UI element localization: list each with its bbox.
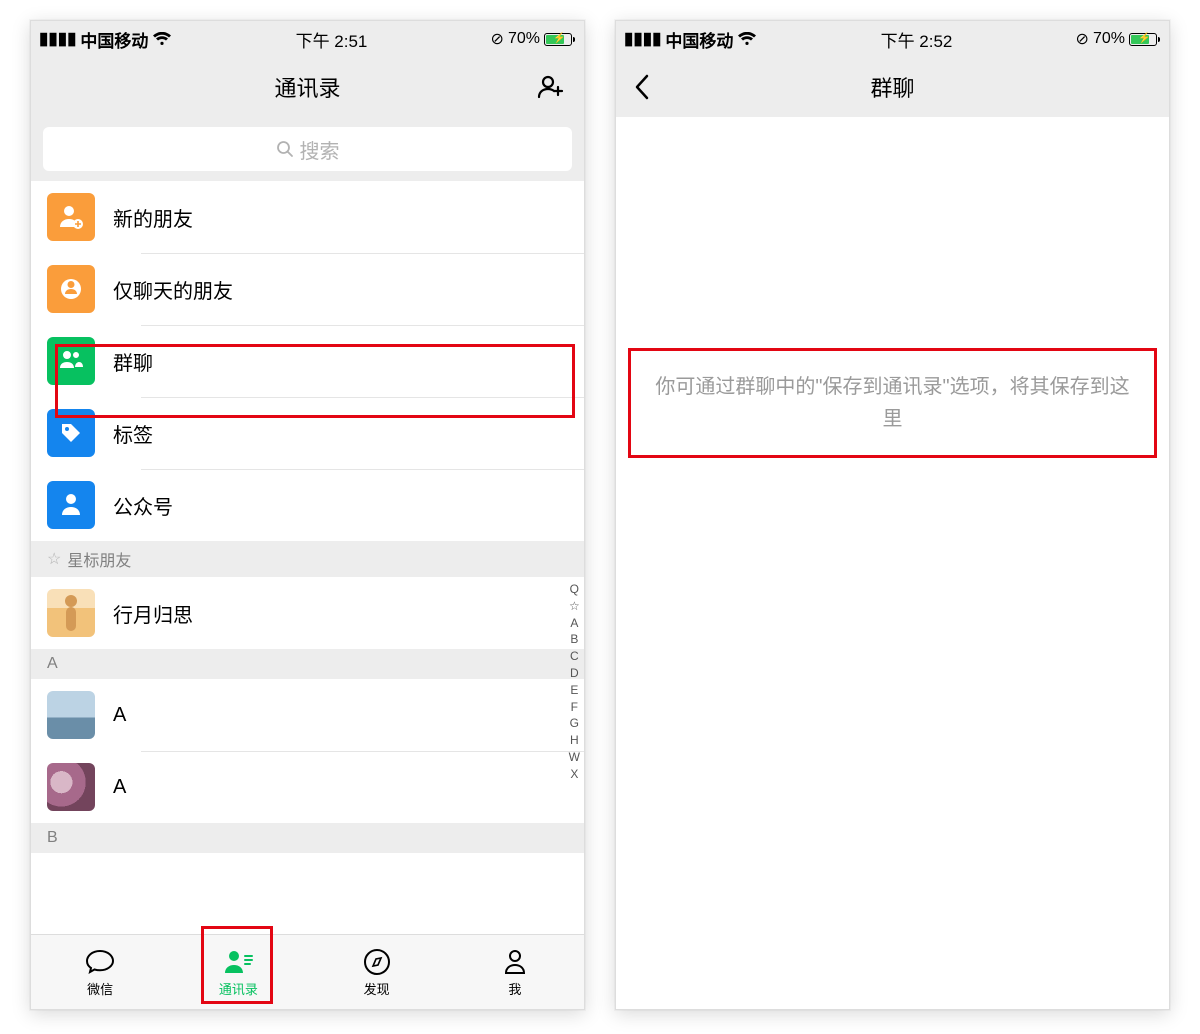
tab-label: 微信 <box>87 979 113 998</box>
index-letter[interactable]: D <box>570 665 579 682</box>
section-label: 星标朋友 <box>67 547 131 571</box>
row-label: 群聊 <box>113 347 153 376</box>
rotation-lock-icon: ⊘ <box>1076 29 1089 49</box>
status-time: 下午 2:52 <box>881 27 953 52</box>
index-letter[interactable]: C <box>570 648 579 665</box>
index-letter[interactable]: X <box>570 766 578 783</box>
index-letter[interactable]: E <box>570 682 578 699</box>
contact-row[interactable]: 行月归思 <box>31 577 584 649</box>
contact-name: A <box>113 776 126 799</box>
section-label: B <box>47 829 58 847</box>
tab-label: 我 <box>508 979 521 998</box>
tab-discover[interactable]: 发现 <box>308 935 446 1009</box>
phone-right-groupchat: ▮▮▮▮ 中国移动 下午 2:52 ⊘ 70% ⚡ 群聊 你可通过群聊中的"保存… <box>615 20 1170 1010</box>
nav-bar: 群聊 <box>616 57 1169 117</box>
index-letter[interactable]: W <box>569 749 580 766</box>
carrier-label: 中国移动 <box>665 27 733 52</box>
empty-message: 你可通过群聊中的"保存到通讯录"选项，将其保存到这里 <box>628 348 1157 458</box>
index-letter[interactable]: Q <box>570 581 579 598</box>
battery-icon: ⚡ <box>544 33 572 46</box>
new-friends-icon <box>47 193 95 241</box>
avatar <box>47 589 95 637</box>
avatar <box>47 763 95 811</box>
empty-message-text: 你可通过群聊中的"保存到通讯录"选项，将其保存到这里 <box>651 371 1134 435</box>
status-bar: ▮▮▮▮ 中国移动 下午 2:52 ⊘ 70% ⚡ <box>616 21 1169 57</box>
status-left: ▮▮▮▮ 中国移动 <box>624 27 757 52</box>
contact-row[interactable]: A <box>31 751 584 823</box>
status-time: 下午 2:51 <box>296 27 368 52</box>
chat-only-icon <box>47 265 95 313</box>
add-contact-button[interactable] <box>526 57 576 117</box>
contact-row[interactable]: A <box>31 679 584 751</box>
carrier-label: 中国移动 <box>80 27 148 52</box>
contact-name: A <box>113 704 126 727</box>
person-icon <box>500 947 530 977</box>
search-icon <box>276 140 294 158</box>
rotation-lock-icon: ⊘ <box>491 29 504 49</box>
section-label: A <box>47 655 58 673</box>
index-letter[interactable]: B <box>570 631 578 648</box>
battery-percent: 70% <box>508 30 540 48</box>
tab-wechat[interactable]: 微信 <box>31 935 169 1009</box>
signal-icon: ▮▮▮▮ <box>624 29 661 49</box>
row-new-friends[interactable]: 新的朋友 <box>31 181 584 253</box>
status-right: ⊘ 70% ⚡ <box>1076 29 1157 49</box>
row-label: 公众号 <box>113 491 173 520</box>
group-chat-icon <box>47 337 95 385</box>
index-letter[interactable]: G <box>570 715 579 732</box>
wifi-icon <box>152 32 172 46</box>
index-letter[interactable]: A <box>570 615 578 632</box>
status-left: ▮▮▮▮ 中国移动 <box>39 27 172 52</box>
status-right: ⊘ 70% ⚡ <box>491 29 572 49</box>
tab-label: 通讯录 <box>219 979 258 998</box>
signal-icon: ▮▮▮▮ <box>39 29 76 49</box>
contact-name: 行月归思 <box>113 599 193 628</box>
row-tags[interactable]: 标签 <box>31 397 584 469</box>
tab-contacts[interactable]: 通讯录 <box>169 935 307 1009</box>
tag-icon <box>47 409 95 457</box>
back-button[interactable] <box>624 57 660 117</box>
search-placeholder: 搜索 <box>300 135 340 164</box>
avatar <box>47 691 95 739</box>
compass-icon <box>362 947 392 977</box>
tab-me[interactable]: 我 <box>446 935 584 1009</box>
section-starred: ☆ 星标朋友 <box>31 541 584 577</box>
tab-label: 发现 <box>364 979 390 998</box>
battery-icon: ⚡ <box>1129 33 1157 46</box>
nav-bar: 通讯录 <box>31 57 584 117</box>
battery-percent: 70% <box>1093 30 1125 48</box>
row-label: 新的朋友 <box>113 203 193 232</box>
phone-left-contacts: ▮▮▮▮ 中国移动 下午 2:51 ⊘ 70% ⚡ 通讯录 搜索 <box>30 20 585 1010</box>
page-title: 群聊 <box>870 71 914 103</box>
chat-icon <box>84 947 116 977</box>
star-icon: ☆ <box>47 549 61 569</box>
official-icon <box>47 481 95 529</box>
contacts-list[interactable]: 新的朋友 仅聊天的朋友 群聊 标签 公众号 ☆ <box>31 181 584 934</box>
index-letter[interactable]: F <box>571 699 578 716</box>
section-b: B <box>31 823 584 853</box>
page-title: 通讯录 <box>274 71 340 103</box>
wifi-icon <box>737 32 757 46</box>
index-letter[interactable]: ☆ <box>569 598 580 615</box>
search-input[interactable]: 搜索 <box>43 127 572 171</box>
section-a: A <box>31 649 584 679</box>
index-letter[interactable]: H <box>570 732 579 749</box>
status-bar: ▮▮▮▮ 中国移动 下午 2:51 ⊘ 70% ⚡ <box>31 21 584 57</box>
row-chat-only-friends[interactable]: 仅聊天的朋友 <box>31 253 584 325</box>
search-container: 搜索 <box>31 117 584 181</box>
row-official-accounts[interactable]: 公众号 <box>31 469 584 541</box>
row-label: 仅聊天的朋友 <box>113 275 233 304</box>
row-group-chat[interactable]: 群聊 <box>31 325 584 397</box>
group-chat-empty: 你可通过群聊中的"保存到通讯录"选项，将其保存到这里 <box>616 117 1169 1009</box>
contacts-icon <box>222 947 254 977</box>
row-label: 标签 <box>113 419 153 448</box>
index-bar[interactable]: Q ☆ A B C D E F G H W X <box>569 581 580 783</box>
contact-row-partial[interactable] <box>31 853 584 873</box>
tab-bar: 微信 通讯录 发现 我 <box>31 934 584 1009</box>
